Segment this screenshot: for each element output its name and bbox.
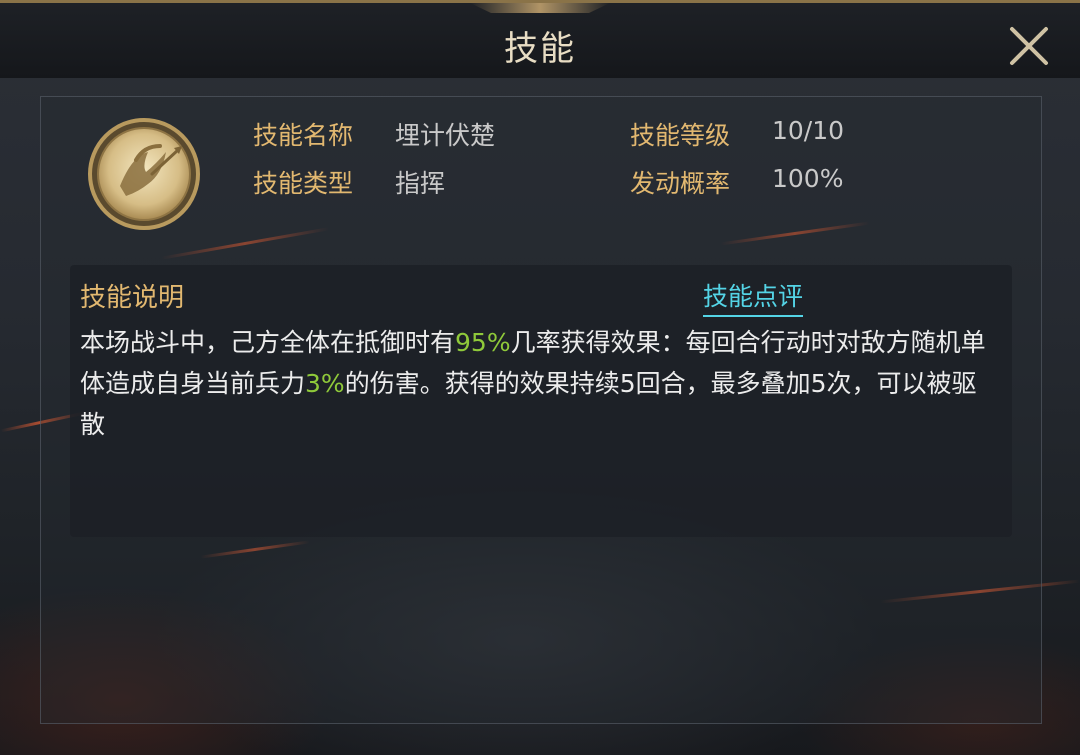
title-bar: 技能 (0, 0, 1080, 78)
highlight-value: 95% (455, 328, 511, 357)
trigger-chance-label: 发动概率 (630, 169, 731, 198)
description-text: 本场战斗中，己方全体在抵御时有95%几率获得效果：每回合行动时对敌方随机单体造成… (80, 322, 1000, 445)
skill-review-link[interactable]: 技能点评 (703, 277, 804, 317)
skill-level-label: 技能等级 (630, 121, 731, 150)
description-title: 技能说明 (80, 283, 185, 313)
close-icon[interactable] (1006, 23, 1052, 69)
skill-level-value: 10/10 (772, 116, 845, 145)
skill-type-label: 技能类型 (253, 169, 354, 198)
trigger-chance-value: 100% (772, 164, 844, 193)
highlight-value: 3% (305, 369, 345, 398)
description-text-part: 本场战斗中，己方全体在抵御时有 (80, 328, 456, 357)
window-title: 技能 (504, 29, 576, 69)
header-ornament (470, 3, 610, 13)
skill-name-value: 埋计伏楚 (395, 121, 496, 150)
skill-type-value: 指挥 (395, 169, 446, 198)
skill-name-label: 技能名称 (253, 121, 354, 150)
skill-emblem-icon (86, 116, 202, 232)
